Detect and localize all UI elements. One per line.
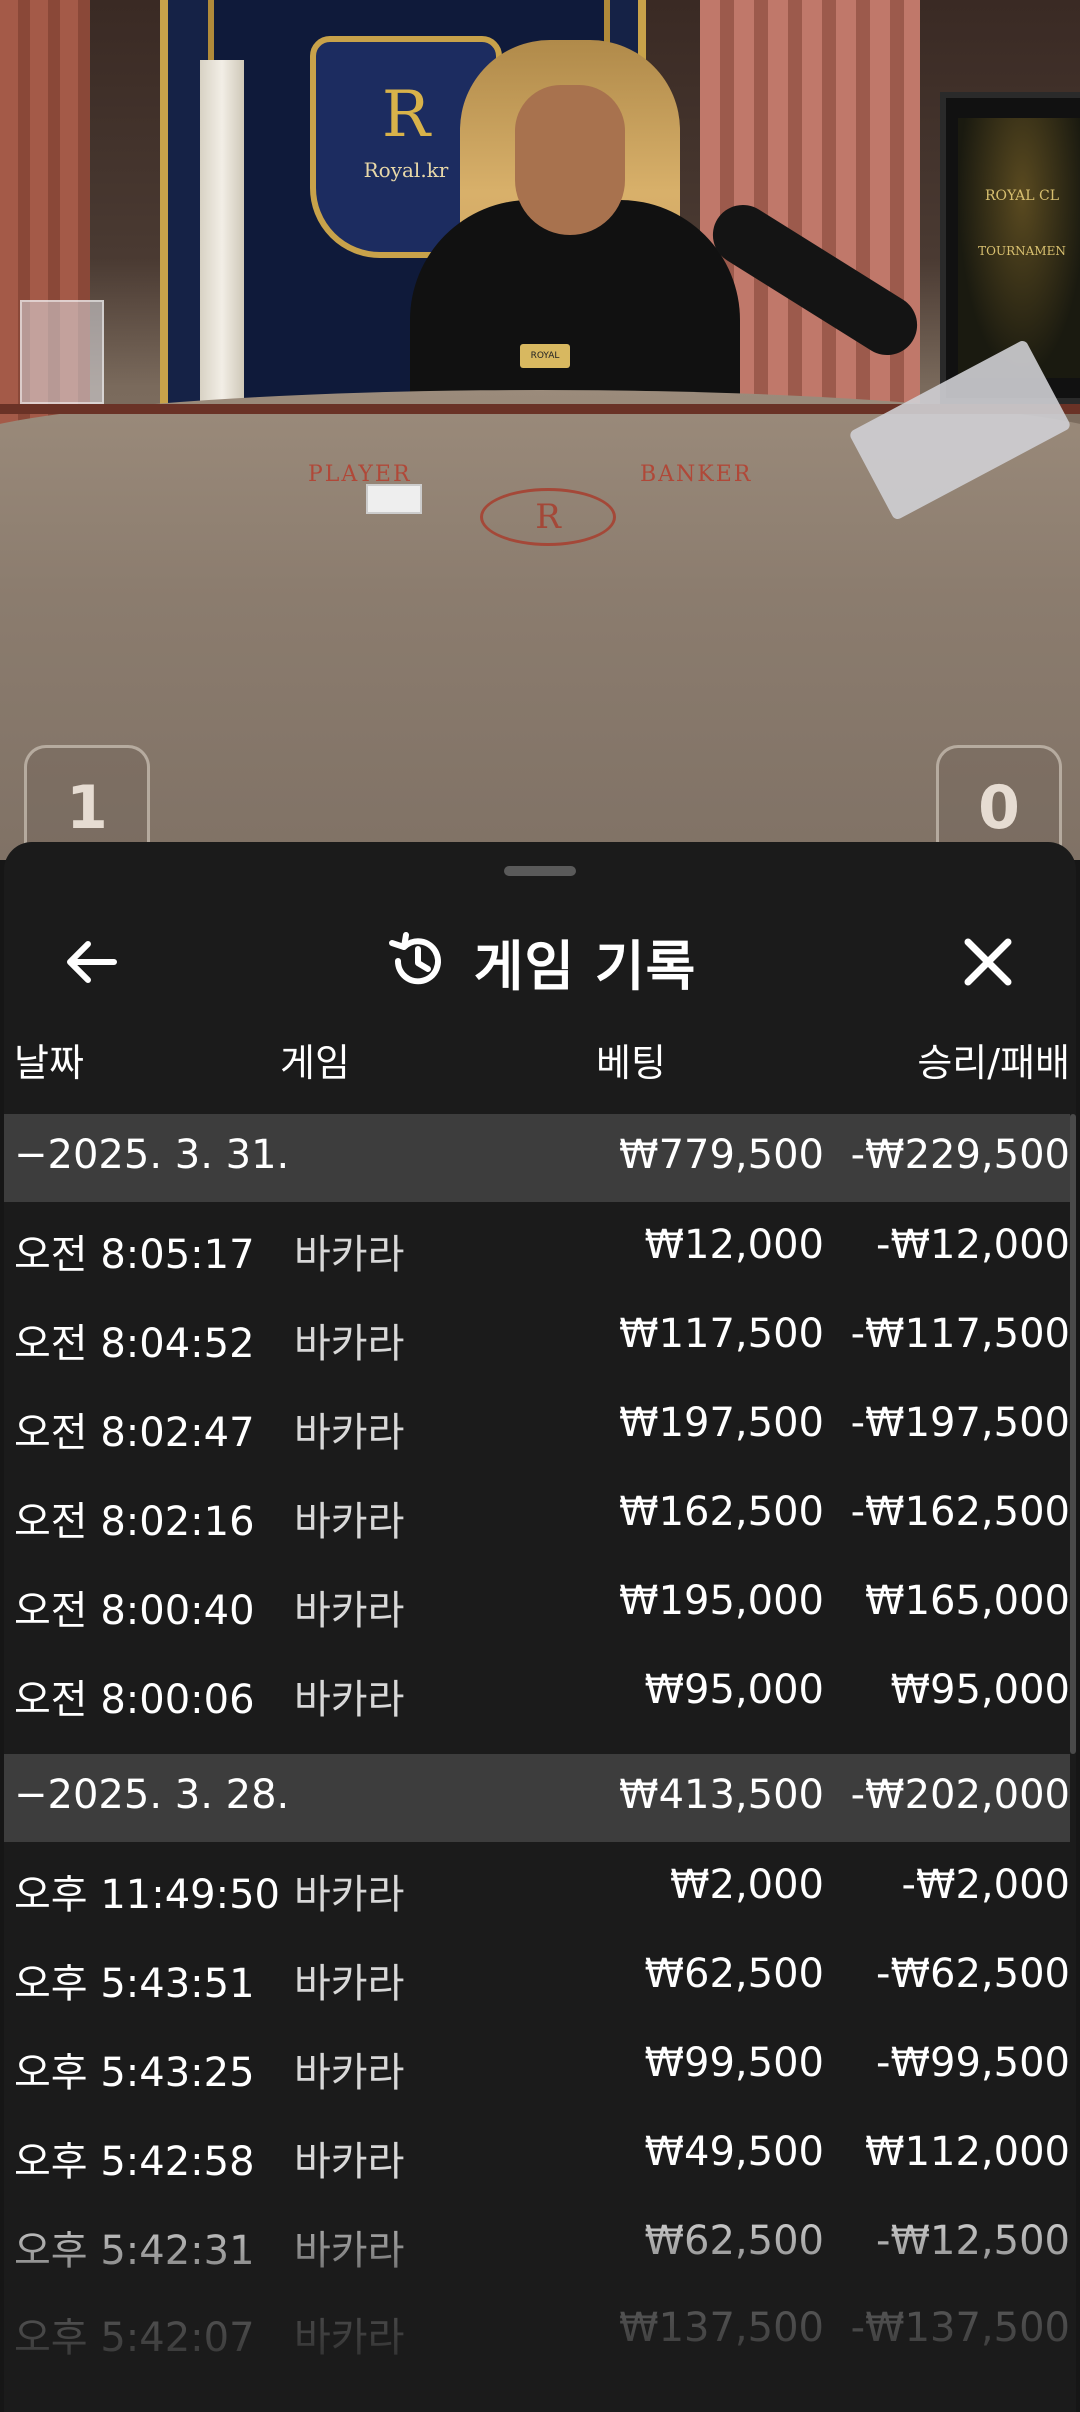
history-row[interactable]: 오전 8:00:06 바카라 ₩95,000 ₩95,000 [4,1647,1070,1736]
history-row[interactable]: 오후 5:42:58 바카라 ₩49,500 ₩112,000 [4,2109,1070,2198]
row-result: -₩2,000 [901,1862,1071,1908]
row-game: 바카라 [294,1410,405,1456]
row-bet: ₩197,500 [619,1400,824,1446]
scrollbar[interactable] [1070,1114,1076,1754]
row-game: 바카라 [294,2228,405,2274]
game-history-sheet: 게임 기록 날짜 게임 베팅 승리/패배 −2025. 3. 31. ₩779,… [4,842,1076,2412]
column-bet: 베팅 [596,1041,666,1085]
history-row[interactable]: 오전 8:00:40 바카라 ₩195,000 ₩165,000 [4,1558,1070,1647]
row-time: 오전 8:02:47 [14,1410,255,1456]
row-bet: ₩99,500 [644,2040,824,2086]
sheet-title: 게임 기록 [473,934,697,998]
day-label: −2025. 3. 31. [14,1132,290,1178]
row-bet: ₩137,500 [619,2305,824,2351]
row-time: 오전 8:04:52 [14,1321,255,1367]
pillar-left [200,60,244,420]
row-time: 오전 8:05:17 [14,1232,255,1278]
row-time: 오후 5:42:58 [14,2139,255,2185]
row-game: 바카라 [294,1321,405,1367]
close-icon [964,938,1012,986]
day-group-header[interactable]: −2025. 3. 28. ₩413,500 -₩202,000 [4,1754,1070,1842]
row-game: 바카라 [294,1872,405,1918]
table-logo: R [480,488,616,546]
row-result: -₩117,500 [850,1311,1070,1357]
row-result: -₩99,500 [876,2040,1070,2086]
row-result: -₩137,500 [850,2305,1070,2351]
row-bet: ₩162,500 [619,1489,824,1535]
row-time: 오전 8:02:16 [14,1499,255,1545]
row-result: -₩197,500 [850,1400,1070,1446]
row-result: ₩112,000 [865,2129,1070,2175]
playing-card [366,484,422,514]
monitor-subtitle: TOURNAMEN [978,244,1066,258]
row-game: 바카라 [294,1677,405,1723]
row-game: 바카라 [294,1588,405,1634]
close-button[interactable] [948,922,1028,1002]
row-time: 오후 5:42:07 [14,2315,255,2361]
drag-handle[interactable] [504,866,576,876]
history-row[interactable]: 오전 8:04:52 바카라 ₩117,500 -₩117,500 [4,1291,1070,1380]
history-row[interactable]: 오후 5:43:25 바카라 ₩99,500 -₩99,500 [4,2020,1070,2109]
history-row[interactable]: 오전 8:02:16 바카라 ₩162,500 -₩162,500 [4,1469,1070,1558]
column-date: 날짜 [14,1041,84,1085]
row-bet: ₩95,000 [644,1667,824,1713]
monitor-title: ROYAL CL [984,188,1060,204]
row-bet: ₩49,500 [644,2129,824,2175]
column-headers: 날짜 게임 베팅 승리/패배 [4,1032,1076,1106]
row-result: ₩95,000 [890,1667,1070,1713]
row-game: 바카라 [294,2050,405,2096]
row-game: 바카라 [294,2315,405,2361]
row-game: 바카라 [294,1232,405,1278]
day-group-header[interactable]: −2025. 3. 31. ₩779,500 -₩229,500 [4,1114,1070,1202]
row-bet: ₩62,500 [644,2218,824,2264]
row-result: -₩62,500 [876,1951,1070,1997]
column-game: 게임 [280,1041,350,1085]
row-time: 오전 8:00:40 [14,1588,255,1634]
row-result: -₩12,500 [876,2218,1070,2264]
row-result: -₩12,000 [876,1222,1070,1268]
row-result: -₩162,500 [850,1489,1070,1535]
history-row[interactable]: 오전 8:02:47 바카라 ₩197,500 -₩197,500 [4,1380,1070,1469]
row-time: 오전 8:00:06 [14,1677,255,1723]
row-bet: ₩12,000 [644,1222,824,1268]
row-result: ₩165,000 [865,1578,1070,1624]
day-total-result: -₩229,500 [850,1132,1070,1178]
row-game: 바카라 [294,2139,405,2185]
row-time: 오후 11:49:50 [14,1872,280,1918]
history-row[interactable]: 오후 5:42:31 바카라 ₩62,500 -₩12,500 [4,2198,1070,2287]
column-result: 승리/패배 [917,1041,1070,1085]
row-bet: ₩195,000 [619,1578,824,1624]
history-row[interactable]: 오후 5:43:51 바카라 ₩62,500 -₩62,500 [4,1931,1070,2020]
history-icon [388,932,441,985]
table-banker-label: BANKER [640,462,753,487]
row-time: 오후 5:43:51 [14,1961,255,2007]
row-game: 바카라 [294,1961,405,2007]
day-total-bet: ₩413,500 [619,1772,824,1818]
history-row[interactable]: 오후 5:42:07 바카라 ₩137,500 -₩137,500 [4,2285,1070,2374]
day-total-bet: ₩779,500 [619,1132,824,1178]
row-bet: ₩2,000 [669,1862,824,1908]
row-bet: ₩117,500 [619,1311,824,1357]
day-total-result: -₩202,000 [850,1772,1070,1818]
dealer-name-tag: ROYAL [520,344,570,368]
card-box [20,300,104,404]
sheet-header: 게임 기록 [4,906,1076,1016]
row-time: 오후 5:43:25 [14,2050,255,2096]
row-bet: ₩62,500 [644,1951,824,1997]
row-time: 오후 5:42:31 [14,2228,255,2274]
history-row[interactable]: 오전 8:05:17 바카라 ₩12,000 -₩12,000 [4,1202,1070,1291]
day-label: −2025. 3. 28. [14,1772,290,1818]
history-row[interactable]: 오후 11:49:50 바카라 ₩2,000 -₩2,000 [4,1842,1070,1931]
row-game: 바카라 [294,1499,405,1545]
live-video-background: R Royal.kr ROYAL CL TOURNAMEN ROYAL PLAY… [0,0,1080,860]
